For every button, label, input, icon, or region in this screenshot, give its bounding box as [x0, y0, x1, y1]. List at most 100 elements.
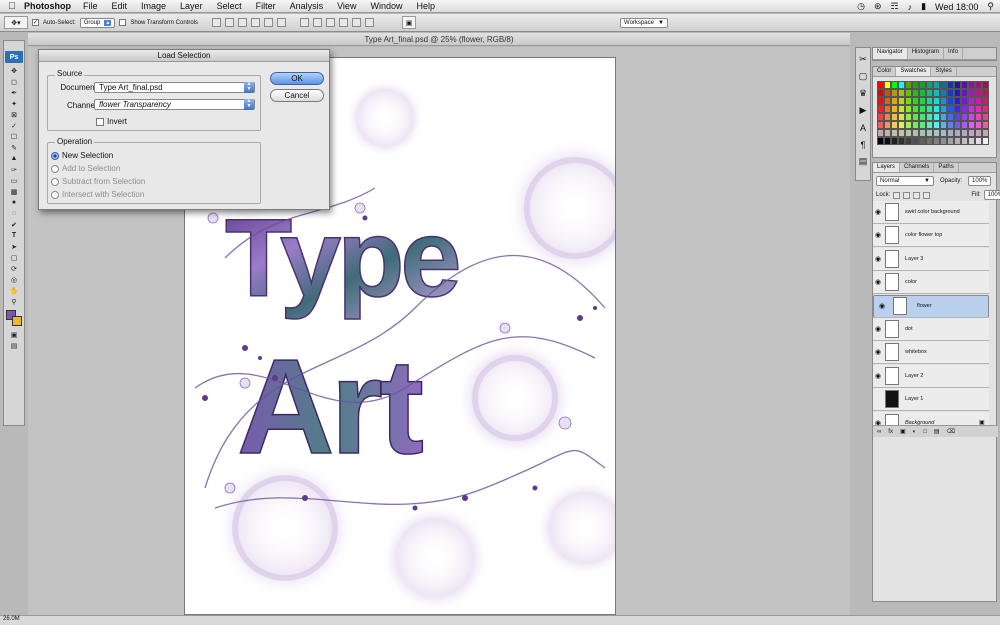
swatch[interactable] — [961, 129, 968, 137]
swatch[interactable] — [912, 97, 919, 105]
swatch[interactable] — [933, 121, 940, 129]
swatch[interactable] — [940, 129, 947, 137]
swatch[interactable] — [982, 81, 989, 89]
clock[interactable]: Wed 18:00 — [935, 2, 978, 12]
lock-all-icon[interactable] — [923, 191, 931, 199]
swatch[interactable] — [954, 113, 961, 121]
swatch[interactable] — [954, 89, 961, 97]
swatch[interactable] — [912, 137, 919, 145]
swatch[interactable] — [898, 113, 905, 121]
align-top-icon[interactable] — [212, 18, 222, 27]
align-hcenter-icon[interactable] — [264, 18, 274, 27]
auto-select-mode-select[interactable]: Group ▲ — [79, 17, 116, 28]
swatch[interactable] — [975, 121, 982, 129]
swatch[interactable] — [933, 137, 940, 145]
swatch[interactable] — [961, 89, 968, 97]
battery-icon[interactable]: ▮ — [921, 1, 926, 12]
swatch[interactable] — [926, 113, 933, 121]
swatch[interactable] — [905, 137, 912, 145]
swatch[interactable] — [933, 129, 940, 137]
invert-checkbox[interactable] — [96, 117, 104, 126]
swatch[interactable] — [891, 81, 898, 89]
swatch[interactable] — [954, 121, 961, 129]
swatch[interactable] — [912, 129, 919, 137]
lock-transparent-icon[interactable] — [893, 191, 901, 199]
magic-wand-icon[interactable]: ✦ — [8, 99, 21, 108]
visibility-eye-icon[interactable]: ◉ — [873, 255, 883, 263]
swatch[interactable] — [891, 105, 898, 113]
blur-tool-icon[interactable]: ● — [8, 198, 21, 207]
new-layer-icon[interactable]: ▤ — [934, 428, 940, 435]
swatch[interactable] — [919, 113, 926, 121]
swatch[interactable] — [954, 105, 961, 113]
swatch[interactable] — [926, 137, 933, 145]
distribute-right-icon[interactable] — [365, 18, 375, 27]
swatch[interactable] — [947, 89, 954, 97]
swatch[interactable] — [926, 81, 933, 89]
3d-orbit-icon[interactable]: ◎ — [8, 275, 21, 284]
swatch[interactable] — [975, 129, 982, 137]
actions-icon[interactable]: ▶ — [857, 105, 869, 116]
swatch[interactable] — [905, 81, 912, 89]
menu-analysis[interactable]: Analysis — [290, 1, 324, 11]
swatch[interactable] — [884, 97, 891, 105]
visibility-eye-icon[interactable]: ◉ — [877, 302, 887, 310]
swatch[interactable] — [933, 89, 940, 97]
swatch[interactable] — [954, 129, 961, 137]
swatch[interactable] — [954, 97, 961, 105]
swatch[interactable] — [884, 81, 891, 89]
swatch[interactable] — [961, 97, 968, 105]
tab-histogram[interactable]: Histogram — [908, 48, 945, 59]
swatch[interactable] — [926, 89, 933, 97]
swatch[interactable] — [877, 81, 884, 89]
channel-select[interactable]: flower Transparency ▲ ▼ — [94, 99, 255, 110]
ok-button[interactable]: OK — [270, 72, 324, 85]
radio-icon[interactable] — [51, 190, 59, 199]
layer-mask-icon[interactable]: ▣ — [900, 428, 906, 435]
layer-row[interactable]: ◉ dot — [873, 318, 989, 341]
swatch[interactable] — [975, 81, 982, 89]
eraser-tool-icon[interactable]: ▭ — [8, 176, 21, 185]
swatch[interactable] — [933, 81, 940, 89]
ps-logo-icon[interactable]: Ps — [5, 51, 23, 63]
menu-filter[interactable]: Filter — [256, 1, 276, 11]
tools-preset-icon[interactable]: ✂ — [857, 54, 869, 65]
swatch[interactable] — [947, 97, 954, 105]
document-select[interactable]: Type Art_final.psd ▲ ▼ — [94, 82, 255, 93]
marquee-tool-icon[interactable]: ◻ — [8, 77, 21, 86]
swatch[interactable] — [919, 137, 926, 145]
link-layers-icon[interactable]: ∞ — [877, 429, 881, 435]
volume-icon[interactable]: ♪ — [908, 2, 913, 12]
swatch[interactable] — [933, 113, 940, 121]
swatch[interactable] — [898, 129, 905, 137]
swatch[interactable] — [961, 113, 968, 121]
radio-icon[interactable] — [51, 164, 59, 173]
cancel-button[interactable]: Cancel — [270, 89, 324, 102]
swatch[interactable] — [968, 121, 975, 129]
menu-layer[interactable]: Layer — [180, 1, 203, 11]
swatch[interactable] — [982, 121, 989, 129]
swatch[interactable] — [968, 137, 975, 145]
fill-input[interactable]: 100% — [983, 190, 1000, 200]
crop-tool-icon[interactable]: ⊠ — [8, 110, 21, 119]
operation-new-selection[interactable]: New Selection — [51, 151, 113, 160]
operation-intersect[interactable]: Intersect with Selection — [51, 190, 144, 199]
swatch[interactable] — [912, 89, 919, 97]
bluetooth-icon[interactable]: ⊛ — [874, 1, 882, 12]
brush-tool-icon[interactable]: ✎ — [8, 143, 21, 152]
swatch[interactable] — [919, 105, 926, 113]
swatch[interactable] — [877, 97, 884, 105]
swatch[interactable] — [968, 105, 975, 113]
swatch[interactable] — [877, 105, 884, 113]
swatch[interactable] — [947, 137, 954, 145]
zoom-tool-icon[interactable]: ⚲ — [8, 297, 21, 306]
layer-row[interactable]: ◉ color — [873, 271, 989, 295]
swatch[interactable] — [961, 81, 968, 89]
swatch[interactable] — [940, 121, 947, 129]
swatch[interactable] — [891, 97, 898, 105]
align-bottom-icon[interactable] — [238, 18, 248, 27]
operation-add[interactable]: Add to Selection — [51, 164, 120, 173]
visibility-eye-icon[interactable]: ◉ — [873, 325, 883, 333]
color-swatches[interactable] — [5, 310, 23, 326]
layer-style-icon[interactable]: fx — [888, 429, 893, 435]
